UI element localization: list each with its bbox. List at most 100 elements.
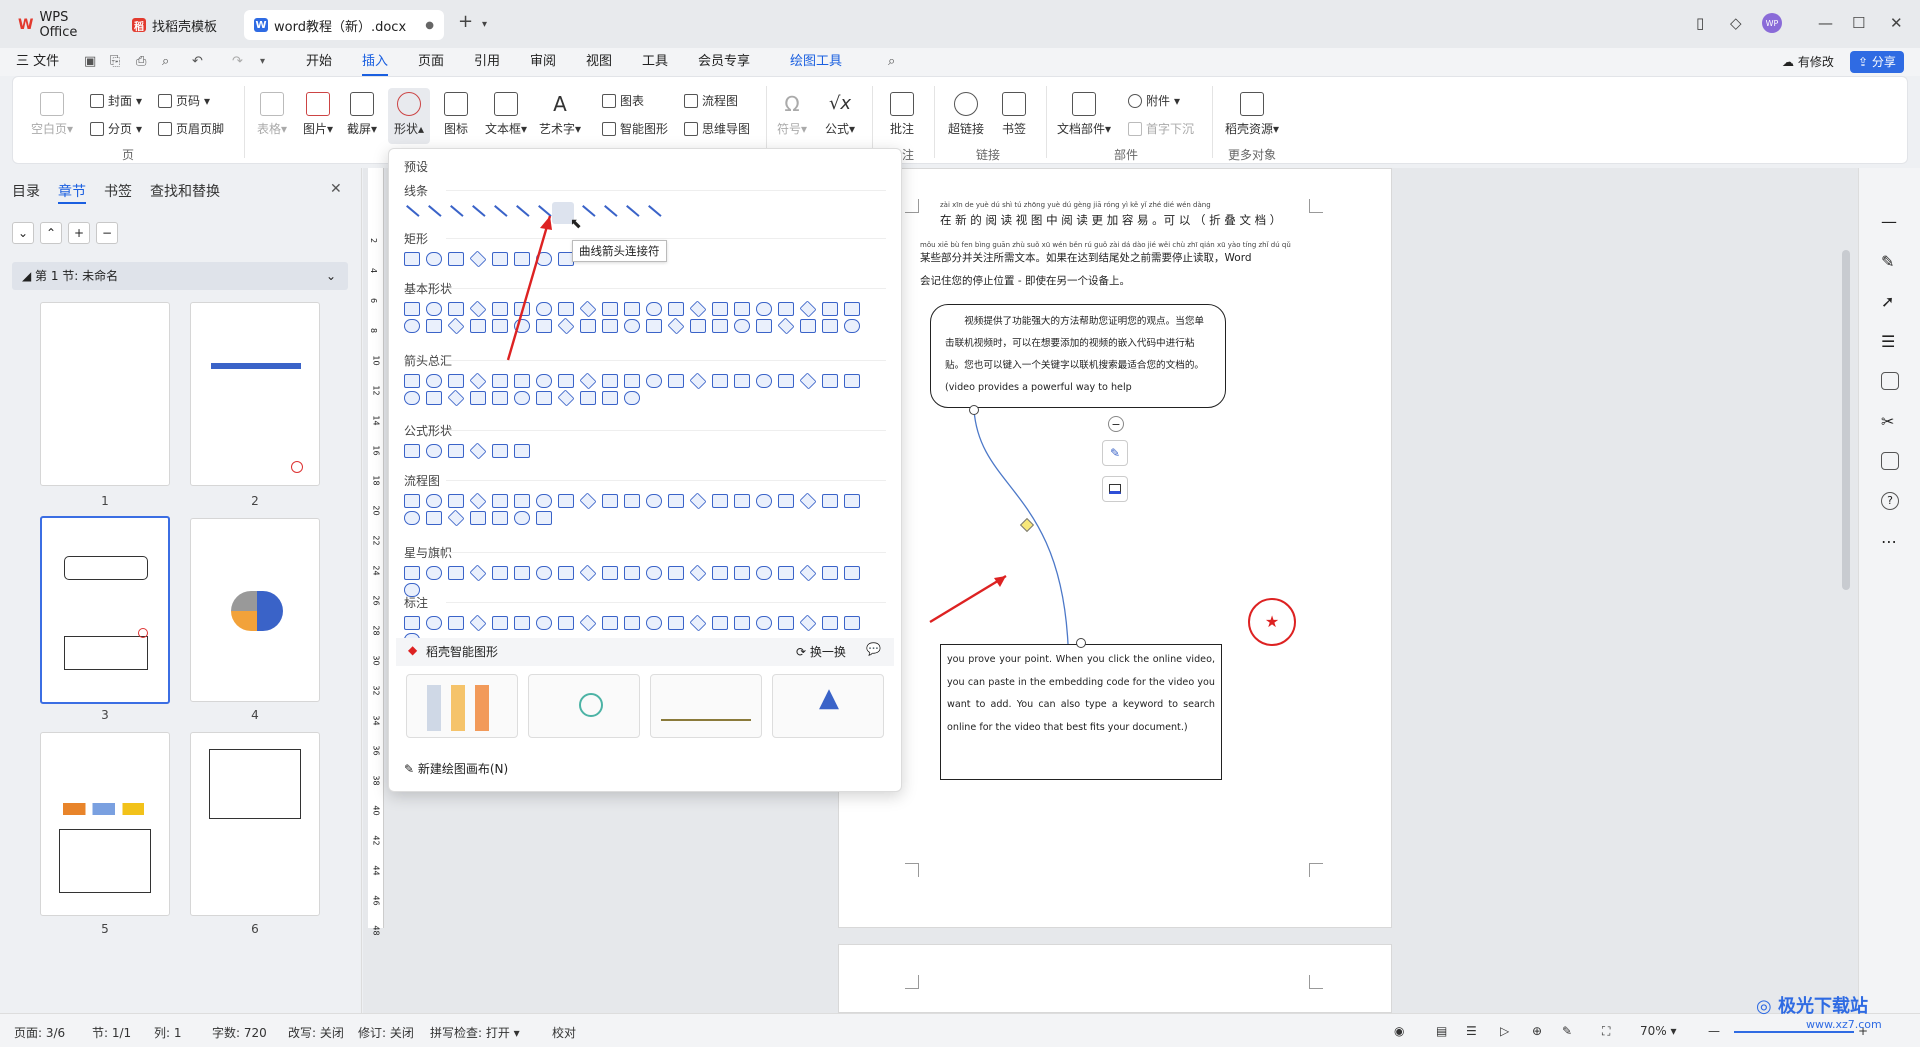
more-icon[interactable]: ⋯ (1881, 532, 1899, 551)
export-icon[interactable]: ⎘ (110, 48, 120, 76)
page-thumbnail-6[interactable] (190, 732, 320, 916)
edit-icon[interactable] (1881, 210, 1899, 228)
unsaved-dot-icon[interactable]: ● (425, 20, 434, 31)
shape-option-icon[interactable] (426, 511, 442, 525)
book-icon[interactable] (1881, 452, 1899, 470)
shape-option-icon[interactable] (844, 319, 860, 333)
smart-shape-card[interactable] (406, 674, 518, 738)
shape-option-icon[interactable] (514, 566, 530, 580)
shape-option-icon[interactable] (404, 566, 420, 580)
shape-option-icon[interactable] (756, 494, 772, 508)
shape-option-icon[interactable] (646, 319, 662, 333)
shape-option-icon[interactable] (646, 204, 662, 218)
shape-option-icon[interactable] (492, 444, 508, 458)
table-button[interactable]: 表格▾ (252, 92, 292, 137)
shape-option-icon[interactable] (646, 374, 662, 388)
smart-shape-button[interactable]: 智能图形 (602, 120, 668, 137)
shape-option-icon[interactable] (404, 204, 420, 218)
menu-page[interactable]: 页面 (418, 48, 444, 76)
shape-option-icon[interactable] (800, 319, 816, 333)
shape-option-icon[interactable] (778, 374, 794, 388)
eye-icon[interactable]: ◉ (1394, 1024, 1404, 1038)
shape-option-icon[interactable] (580, 391, 596, 405)
mindmap-button[interactable]: 思维导图 (684, 120, 750, 137)
menu-reference[interactable]: 引用 (474, 48, 500, 76)
connector-handle[interactable] (969, 405, 979, 415)
shape-option-icon[interactable] (448, 374, 464, 388)
shape-option-icon[interactable] (470, 204, 486, 218)
shape-option-icon[interactable] (404, 494, 420, 508)
shape-option-icon[interactable] (646, 494, 662, 508)
tab-toc[interactable]: 目录 (12, 181, 40, 201)
shape-option-icon[interactable] (514, 616, 530, 630)
shape-option-icon[interactable] (514, 444, 530, 458)
shape-option-icon[interactable] (668, 302, 684, 316)
pen-icon[interactable]: ✎ (1102, 440, 1128, 466)
shape-option-icon[interactable] (514, 374, 530, 388)
shape-option-icon[interactable] (404, 252, 420, 266)
pen-icon[interactable]: ✎ (1562, 1024, 1572, 1038)
status-word-count[interactable]: 字数: 720 (212, 1024, 267, 1041)
menu-tools[interactable]: 工具 (642, 48, 668, 76)
shape-option-icon[interactable] (579, 372, 597, 390)
shape-option-icon[interactable] (646, 566, 662, 580)
shape-option-icon[interactable] (579, 492, 597, 510)
shape-option-icon[interactable] (579, 564, 597, 582)
shape-option-icon[interactable] (448, 616, 464, 630)
shape-option-icon[interactable] (536, 566, 552, 580)
shape-option-icon[interactable] (492, 374, 508, 388)
shape-option-icon[interactable] (426, 252, 442, 266)
page-thumbnail-3[interactable] (40, 516, 170, 704)
page-thumbnail-2[interactable] (190, 302, 320, 486)
zoom-level[interactable]: 70% ▾ (1640, 1024, 1677, 1038)
shape-option-icon[interactable] (558, 494, 574, 508)
shape-option-icon[interactable] (734, 616, 750, 630)
shape-option-icon[interactable] (822, 616, 838, 630)
shape-option-icon[interactable] (668, 566, 684, 580)
blank-page-button[interactable]: 空白页▾ (28, 92, 76, 137)
daoke-resource-button[interactable]: 稻壳资源▾ (1220, 92, 1284, 137)
shape-option-icon[interactable] (689, 300, 707, 318)
shape-option-icon[interactable] (557, 317, 575, 335)
header-footer-button[interactable]: 页眉页脚 (158, 120, 224, 137)
shape-option-icon[interactable] (844, 374, 860, 388)
shape-option-icon[interactable] (668, 616, 684, 630)
shape-option-icon[interactable] (822, 566, 838, 580)
shape-option-icon[interactable] (778, 494, 794, 508)
layout-icon[interactable]: ▯ (1696, 14, 1704, 32)
screenshot-button[interactable]: 截屏▾ (342, 92, 382, 137)
shape-option-icon[interactable] (558, 616, 574, 630)
preview-icon[interactable]: ⌕ (162, 48, 169, 76)
shape-option-icon[interactable] (756, 374, 772, 388)
shape-option-icon[interactable] (470, 391, 486, 405)
modified-status[interactable]: ☁ 有修改 (1782, 48, 1834, 76)
shape-option-icon[interactable] (624, 204, 640, 218)
pen-icon[interactable]: ✎ (1881, 252, 1899, 271)
shape-option-icon[interactable] (756, 319, 772, 333)
close-icon[interactable]: ✕ (1890, 14, 1903, 32)
shape-option-icon[interactable] (646, 302, 662, 316)
shape-option-icon[interactable] (756, 302, 772, 316)
shape-option-icon[interactable] (469, 564, 487, 582)
shape-option-icon[interactable] (470, 511, 486, 525)
shape-option-icon[interactable] (624, 494, 640, 508)
shape-option-icon[interactable] (448, 566, 464, 580)
shape-option-icon[interactable] (712, 302, 728, 316)
icon-button[interactable]: 图标 (436, 92, 476, 137)
shape-option-icon[interactable] (448, 302, 464, 316)
cursor-icon[interactable]: ➚ (1881, 292, 1899, 311)
page-number-button[interactable]: 页码 ▾ (158, 92, 210, 109)
image-button[interactable]: 图片▾ (298, 92, 338, 137)
shape-option-icon[interactable] (579, 614, 597, 632)
shape-option-icon[interactable] (404, 616, 420, 630)
remove-section-button[interactable]: − (96, 222, 118, 244)
shape-option-icon[interactable] (514, 391, 530, 405)
zoom-slider[interactable] (1734, 1031, 1854, 1033)
shape-option-icon[interactable] (426, 566, 442, 580)
textbox-button[interactable]: 文本框▾ (482, 92, 530, 137)
shape-option-icon[interactable] (404, 391, 420, 405)
shape-option-icon[interactable] (844, 494, 860, 508)
tab-document[interactable]: W word教程（新）.docx ● (244, 10, 444, 40)
minus-icon[interactable]: − (1108, 416, 1124, 432)
shape-option-icon[interactable] (426, 204, 442, 218)
